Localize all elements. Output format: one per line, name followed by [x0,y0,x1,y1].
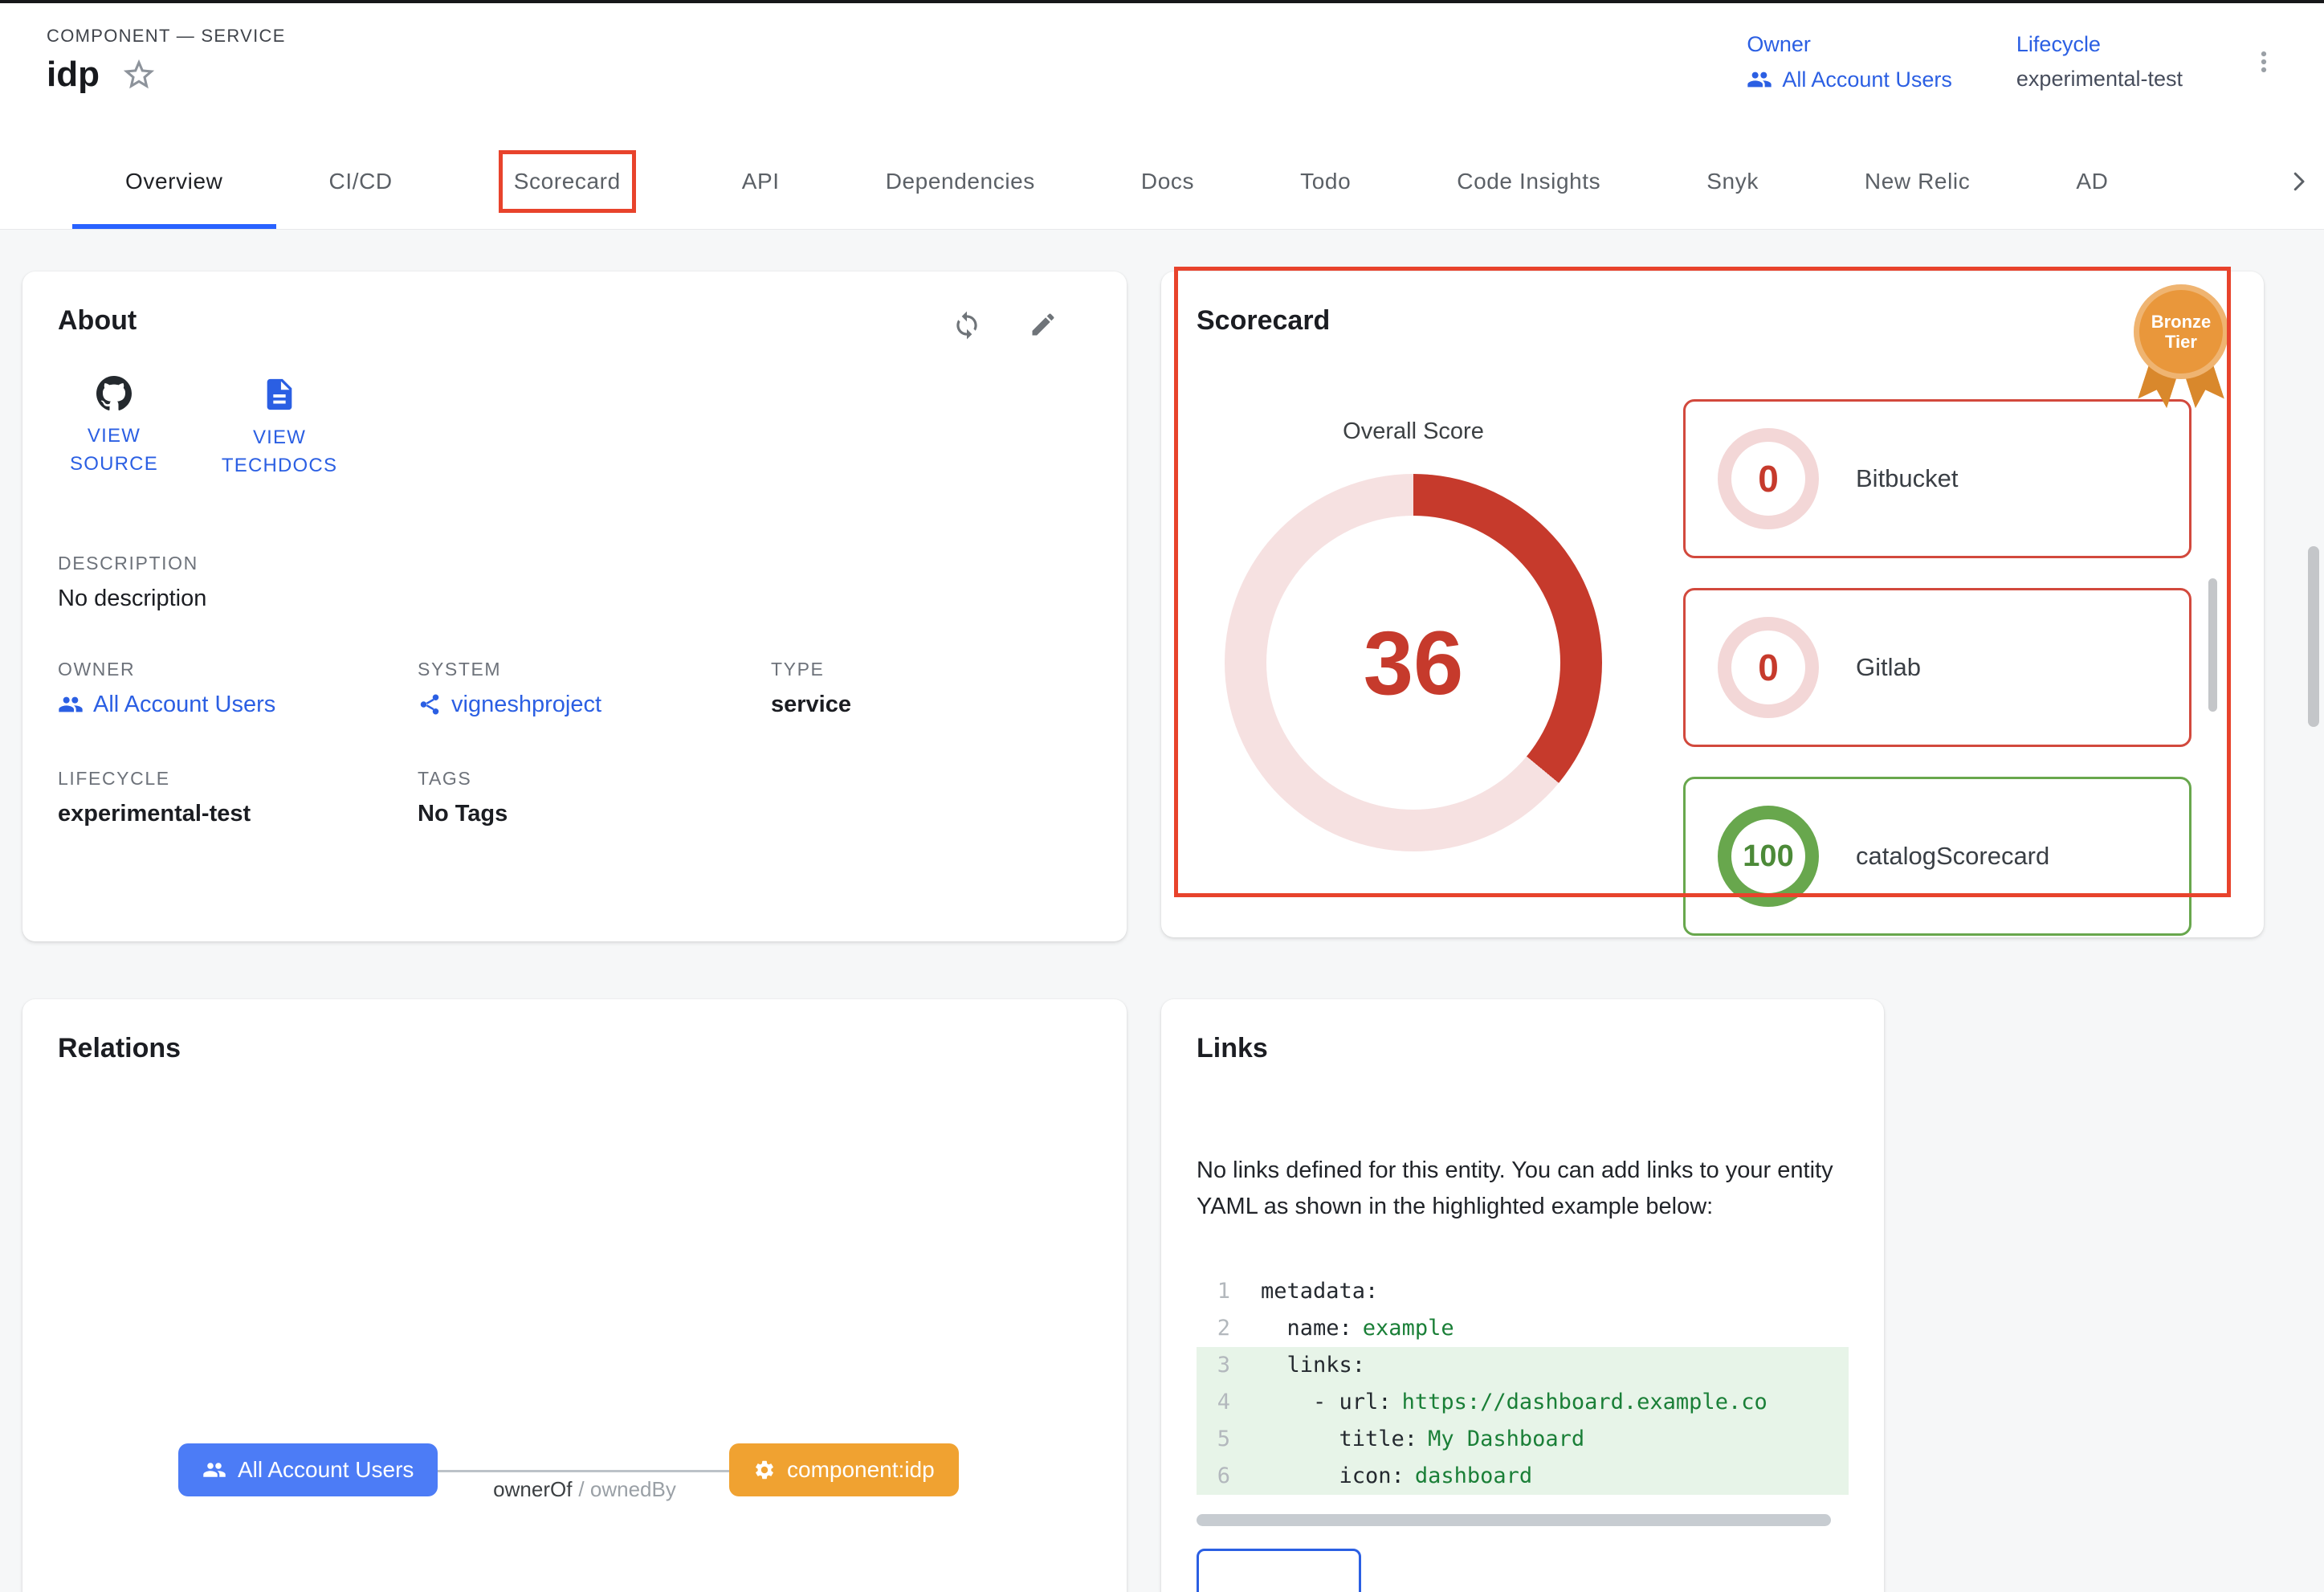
relation-edge-label: ownerOf/ ownedBy [416,1477,753,1502]
links-title: Links [1197,1033,1849,1064]
system-icon [418,692,442,716]
people-icon [202,1458,226,1482]
techdocs-icon [261,376,298,413]
code-horizontal-scrollbar[interactable] [1197,1514,1831,1526]
owner-field: OWNER All Account Users [58,659,418,718]
code-line-highlighted: 6 icon:dashboard [1197,1458,1849,1495]
relations-graph: All Account Users component:idp ownerOf/… [58,1064,1091,1592]
score-item-bitbucket[interactable]: 0 Bitbucket [1683,399,2191,558]
kebab-menu-icon[interactable] [2250,48,2277,76]
type-field: TYPE service [771,659,1091,718]
tab-bar: Overview CI/CD Scorecard API Dependencie… [0,133,2324,230]
view-source-label: VIEW SOURCE [58,422,170,479]
owner-meta: Owner All Account Users [1747,32,1952,92]
system-field-link[interactable]: vigneshproject [418,692,771,718]
about-card: About VIEW SOURCE [22,271,1127,941]
code-line-highlighted: 3 links: [1197,1347,1849,1384]
description-label: DESCRIPTION [58,553,1091,574]
yaml-example-code: 1metadata: 2 name:example 3 links: 4 - u… [1197,1273,1849,1495]
code-line: 1metadata: [1197,1273,1849,1310]
relations-card: Relations All Account Users component:id… [22,999,1127,1592]
relations-title: Relations [58,1033,1091,1064]
people-icon [1747,67,1772,92]
people-icon [58,692,84,717]
links-empty-text: No links defined for this entity. You ca… [1197,1153,1853,1225]
tab-new-relic[interactable]: New Relic [1812,133,2023,229]
github-icon [96,376,132,411]
overall-donut: 36 [1225,474,1602,851]
score-item-gitlab[interactable]: 0 Gitlab [1683,588,2191,747]
relation-node-component[interactable]: component:idp [729,1443,959,1496]
entity-header: COMPONENT — SERVICE idp Owner All Accoun… [0,3,2324,133]
code-line: 2 name:example [1197,1310,1849,1347]
refresh-icon[interactable] [952,310,982,341]
lifecycle-meta: Lifecycle experimental-test [2016,32,2183,92]
lifecycle-field-value: experimental-test [58,801,418,827]
owner-value: All Account Users [1782,67,1952,92]
tier-badge-label: Bronze Tier [2147,312,2215,353]
score-item-catalogscorecard[interactable]: 100 catalogScorecard [1683,777,2191,936]
overall-score-label: Overall Score [1213,418,1614,445]
lifecycle-label: Lifecycle [2016,32,2183,57]
tier-badge: Bronze Tier [2134,284,2228,414]
tab-overview[interactable]: Overview [72,133,276,229]
header-meta: Owner All Account Users Lifecycle experi… [1747,32,2183,92]
content-area: About VIEW SOURCE [0,230,2324,1592]
edit-icon[interactable] [1029,310,1058,341]
score-badge: 0 [1718,617,1819,718]
tab-scorecard[interactable]: Scorecard [446,133,689,229]
tab-ci-cd[interactable]: CI/CD [276,133,446,229]
lifecycle-value: experimental-test [2016,67,2183,92]
links-card: Links No links defined for this entity. … [1161,999,1884,1592]
scorecard-wrap: Scorecard Bronze Tier Overall Score 36 [1161,271,2264,937]
tags-value: No Tags [418,801,771,827]
page-scrollbar[interactable] [2308,546,2319,727]
tags-field: TAGS No Tags [418,768,771,827]
tab-code-insights[interactable]: Code Insights [1404,133,1653,229]
overall-score-value: 36 [1364,611,1464,715]
annotation-box-tab: Scorecard [499,150,636,213]
view-source-button[interactable]: VIEW SOURCE [58,376,170,480]
system-field: SYSTEM vigneshproject [418,659,771,718]
tab-docs[interactable]: Docs [1088,133,1247,229]
type-value: service [771,692,1091,718]
owner-link[interactable]: All Account Users [1747,67,1952,92]
tab-dependencies[interactable]: Dependencies [833,133,1088,229]
chevron-right-icon[interactable] [2277,133,2313,230]
star-icon[interactable] [120,56,157,93]
code-line-highlighted: 5 title:My Dashboard [1197,1421,1849,1458]
scorecard-card: Scorecard Bronze Tier Overall Score 36 [1161,271,2264,937]
tab-ad-partial[interactable]: AD [2023,133,2161,229]
owner-label: Owner [1747,32,1952,57]
tab-snyk[interactable]: Snyk [1653,133,1812,229]
action-button-partial[interactable] [1197,1549,1361,1592]
owner-field-link[interactable]: All Account Users [58,692,418,718]
scorecard-title: Scorecard [1197,305,2228,337]
tab-todo[interactable]: Todo [1247,133,1404,229]
page-title: idp [47,55,100,95]
lifecycle-field: LIFECYCLE experimental-test [58,768,418,827]
view-techdocs-label: VIEW TECHDOCS [222,424,337,480]
tab-api[interactable]: API [689,133,833,229]
description-value: No description [58,586,1091,612]
code-line-highlighted: 4 - url:https://dashboard.example.co [1197,1384,1849,1421]
score-badge: 100 [1718,806,1819,907]
score-badge: 0 [1718,428,1819,529]
gear-icon [753,1459,776,1481]
about-title: About [58,305,137,337]
scorecard-scrollbar[interactable] [2208,578,2217,712]
view-techdocs-button[interactable]: VIEW TECHDOCS [223,376,336,480]
relation-edge [424,1470,773,1472]
relation-node-owner[interactable]: All Account Users [178,1443,438,1496]
